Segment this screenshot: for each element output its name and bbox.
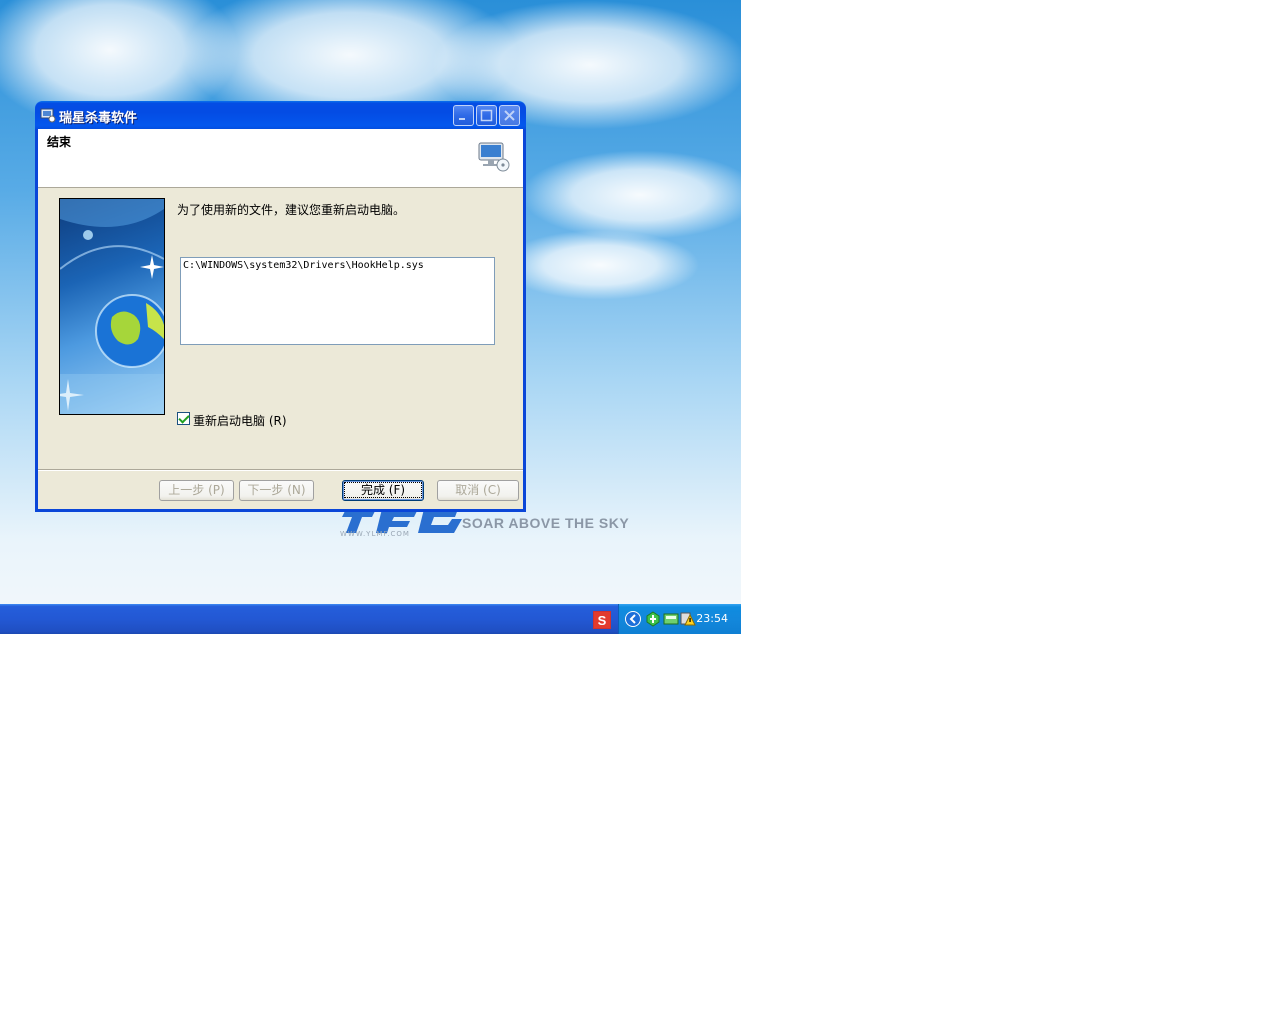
minimize-icon	[459, 118, 465, 120]
close-icon	[504, 110, 515, 121]
list-item[interactable]: C:\WINDOWS\system32\Drivers\HookHelp.sys	[183, 260, 492, 271]
window-title: 瑞星杀毒软件	[59, 111, 138, 126]
maximize-icon	[480, 109, 493, 122]
finish-button-label: 完成 (F)	[343, 482, 423, 498]
cancel-button[interactable]: 取消 (C)	[437, 480, 519, 501]
restart-checkbox[interactable]	[177, 412, 190, 425]
svg-text:S: S	[598, 613, 607, 628]
computer-install-icon	[478, 142, 510, 172]
side-banner-image	[59, 198, 165, 415]
brand-slogan: SOAR ABOVE THE SKY	[462, 515, 630, 531]
app-icon[interactable]	[40, 107, 56, 123]
system-tray: 23:54	[618, 604, 741, 634]
wizard-header: 结束	[38, 129, 523, 188]
safely-remove-hardware-icon[interactable]	[645, 611, 661, 627]
minimize-button[interactable]	[453, 105, 474, 126]
finish-button[interactable]: 完成 (F)	[342, 480, 424, 501]
security-alert-icon[interactable]	[680, 611, 696, 627]
cloud	[520, 150, 741, 240]
close-button[interactable]	[499, 105, 520, 126]
page-title: 结束	[47, 135, 72, 149]
restart-message: 为了使用新的文件，建议您重新启动电脑。	[177, 203, 406, 217]
footer-divider	[38, 469, 523, 471]
network-icon[interactable]	[663, 611, 679, 627]
maximize-button[interactable]	[476, 105, 497, 126]
restart-checkbox-label[interactable]: 重新启动电脑 (R)	[193, 412, 287, 429]
input-method-icon[interactable]: S	[593, 611, 611, 629]
cloud	[500, 230, 700, 300]
taskbar: 23:54	[0, 604, 741, 634]
brand-url: WWW.YLMF.COM	[340, 530, 410, 538]
dialog-client: 结束 为了使用新的文件，建议您重新启动电脑。 C:\WINDOWS\system…	[38, 129, 523, 509]
globe-icon	[60, 199, 164, 414]
clock[interactable]: 23:54	[696, 612, 728, 625]
back-button[interactable]: 上一步 (P)	[159, 480, 234, 501]
dialog-window: 瑞星杀毒软件 结束 为了使用新的文件，建议您重新启动电脑。 C:\WINDOWS…	[35, 101, 526, 512]
next-button[interactable]: 下一步 (N)	[239, 480, 314, 501]
show-hidden-icons-icon[interactable]	[625, 611, 641, 627]
file-list[interactable]: C:\WINDOWS\system32\Drivers\HookHelp.sys	[180, 257, 495, 345]
